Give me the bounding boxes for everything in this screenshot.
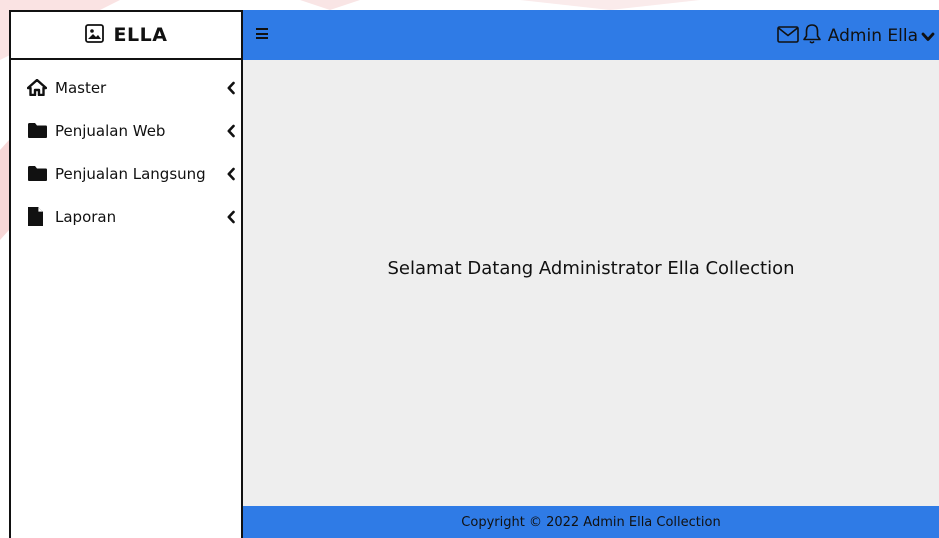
bell-icon[interactable] <box>802 23 822 49</box>
home-icon <box>27 79 49 96</box>
sidebar-item-label: Laporan <box>55 207 117 226</box>
sidebar-item-penjualan-web[interactable]: Penjualan Web <box>11 109 241 152</box>
user-name[interactable]: Admin Ella <box>828 26 918 46</box>
top-navbar: Admin Ella <box>243 10 939 60</box>
file-icon <box>27 206 49 227</box>
mail-icon[interactable] <box>776 25 799 47</box>
chevron-left-icon[interactable] <box>227 167 235 180</box>
chevron-down-icon[interactable] <box>921 27 935 46</box>
image-icon <box>84 23 104 47</box>
sidebar-menu: Master Penjualan Web Penjualan Langsung <box>11 66 241 238</box>
sidebar-item-laporan[interactable]: Laporan <box>11 195 241 238</box>
chevron-left-icon[interactable] <box>227 210 235 223</box>
main-content: Selamat Datang Administrator Ella Collec… <box>243 60 939 506</box>
top-right-actions: Admin Ella <box>776 23 935 49</box>
sidebar-item-label: Master <box>55 78 107 97</box>
sidebar-item-penjualan-langsung[interactable]: Penjualan Langsung <box>11 152 241 195</box>
sidebar: ELLA Master Penjualan Web Penjualan Lang… <box>9 10 243 538</box>
hamburger-icon[interactable] <box>256 28 268 39</box>
footer-copyright: Copyright © 2022 Admin Ella Collection <box>461 514 721 530</box>
sidebar-item-label: Penjualan Langsung <box>55 164 206 183</box>
sidebar-item-label: Penjualan Web <box>55 121 166 140</box>
folder-icon <box>27 122 49 139</box>
brand-title: ELLA <box>113 24 168 46</box>
folder-icon <box>27 165 49 182</box>
footer: Copyright © 2022 Admin Ella Collection <box>243 506 939 538</box>
brand[interactable]: ELLA <box>11 12 241 60</box>
chevron-left-icon[interactable] <box>227 124 235 137</box>
chevron-left-icon[interactable] <box>227 81 235 94</box>
welcome-message: Selamat Datang Administrator Ella Collec… <box>387 258 795 279</box>
sidebar-item-master[interactable]: Master <box>11 66 241 109</box>
